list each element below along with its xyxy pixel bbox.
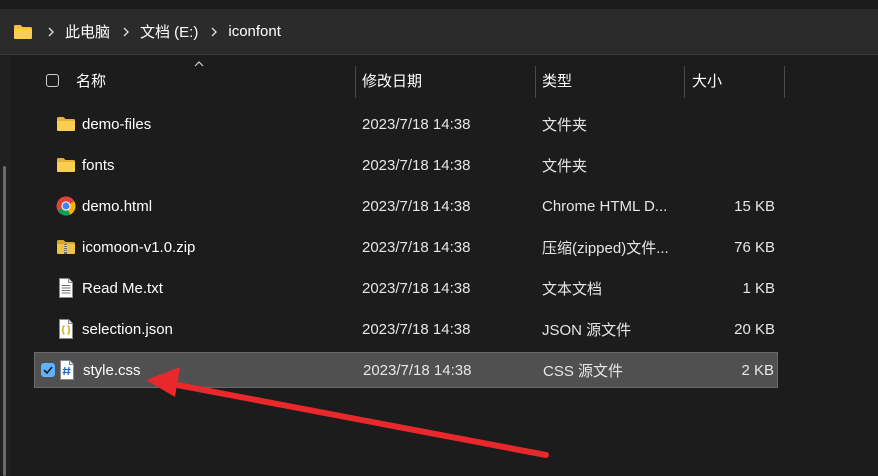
column-header-name[interactable]: 名称 (76, 62, 106, 98)
chevron-right-icon (210, 26, 218, 38)
file-name[interactable]: icomoon-v1.0.zip (82, 239, 195, 256)
file-size: 2 KB (741, 361, 774, 379)
file-name[interactable]: demo-files (82, 116, 151, 133)
file-type: 文本文档 (542, 280, 603, 298)
column-divider[interactable] (535, 66, 536, 98)
file-row-demo-files[interactable]: demo-files 2023/7/18 14:38 文件夹 (34, 106, 778, 142)
file-size: 20 KB (734, 320, 775, 338)
column-divider[interactable] (684, 66, 685, 98)
column-header-type[interactable]: 类型 (542, 62, 572, 98)
file-modified: 2023/7/18 14:38 (362, 156, 471, 174)
json-file-icon (56, 319, 76, 339)
chevron-right-icon (122, 26, 130, 38)
column-header: 名称 修改日期 类型 大小 (22, 61, 786, 98)
breadcrumb-item-drive-e[interactable]: 文档 (E:) (140, 21, 198, 42)
file-modified: 2023/7/18 14:38 (362, 238, 471, 256)
file-type: 压缩(zipped)文件... (542, 239, 669, 257)
navigation-pane[interactable] (0, 56, 11, 476)
column-divider[interactable] (355, 66, 356, 98)
file-modified: 2023/7/18 14:38 (362, 320, 471, 338)
file-size: 1 KB (742, 279, 775, 297)
row-checkbox[interactable] (41, 363, 55, 377)
folder-icon (56, 114, 76, 134)
file-type: JSON 源文件 (542, 321, 632, 339)
file-type: 文件夹 (542, 157, 588, 175)
file-modified: 2023/7/18 14:38 (362, 197, 471, 215)
select-all-checkbox[interactable] (46, 62, 59, 98)
file-type: CSS 源文件 (543, 362, 624, 380)
zip-folder-icon (56, 237, 76, 257)
css-file-icon (57, 360, 77, 380)
folder-icon (56, 155, 76, 175)
file-name[interactable]: selection.json (82, 321, 173, 338)
file-type: 文件夹 (542, 116, 588, 134)
file-name[interactable]: style.css (83, 362, 141, 379)
navigation-scrollbar[interactable] (3, 166, 6, 476)
breadcrumb-item-iconfont[interactable]: iconfont (228, 23, 281, 40)
chrome-icon (56, 196, 76, 216)
column-divider[interactable] (784, 66, 785, 98)
file-name[interactable]: Read Me.txt (82, 280, 163, 297)
chevron-right-icon (47, 26, 55, 38)
text-file-icon (56, 278, 76, 298)
file-explorer-window: 此电脑 文档 (E:) iconfont 名称 修改日期 类型 大小 demo-… (0, 0, 878, 476)
breadcrumb-item-this-pc[interactable]: 此电脑 (65, 21, 110, 42)
file-row-demo-html[interactable]: demo.html 2023/7/18 14:38 Chrome HTML D.… (34, 188, 778, 224)
address-bar[interactable]: 此电脑 文档 (E:) iconfont (0, 9, 878, 55)
file-name[interactable]: fonts (82, 157, 115, 174)
file-modified: 2023/7/18 14:38 (362, 279, 471, 297)
file-modified: 2023/7/18 14:38 (362, 115, 471, 133)
file-size: 76 KB (734, 238, 775, 256)
file-name[interactable]: demo.html (82, 198, 152, 215)
file-row-style-css[interactable]: style.css 2023/7/18 14:38 CSS 源文件 2 KB (34, 352, 778, 388)
file-row-selection-json[interactable]: selection.json 2023/7/18 14:38 JSON 源文件 … (34, 311, 778, 347)
file-size: 15 KB (734, 197, 775, 215)
checkmark-icon (41, 363, 55, 377)
sort-ascending-icon (194, 58, 204, 70)
column-header-size[interactable]: 大小 (692, 62, 722, 98)
file-row-icomoon-zip[interactable]: icomoon-v1.0.zip 2023/7/18 14:38 压缩(zipp… (34, 229, 778, 265)
folder-icon (13, 24, 33, 40)
file-modified: 2023/7/18 14:38 (363, 361, 472, 379)
file-row-readme-txt[interactable]: Read Me.txt 2023/7/18 14:38 文本文档 1 KB (34, 270, 778, 306)
column-header-modified[interactable]: 修改日期 (362, 62, 422, 98)
file-row-fonts[interactable]: fonts 2023/7/18 14:38 文件夹 (34, 147, 778, 183)
file-type: Chrome HTML D... (542, 197, 668, 215)
